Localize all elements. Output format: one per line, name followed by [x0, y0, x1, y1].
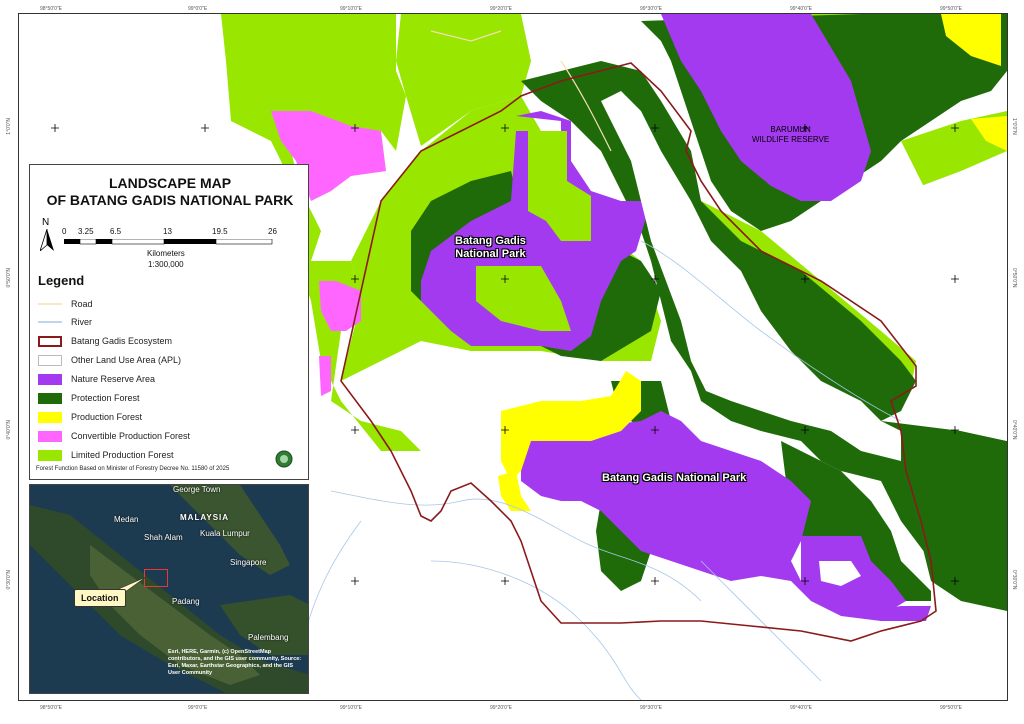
- legend-label-convertible: Convertible Production Forest: [71, 431, 191, 441]
- legend-heading: Legend: [38, 273, 85, 288]
- scale-tick-1: 3.25: [78, 227, 94, 236]
- organization-logo-icon: [275, 450, 293, 468]
- scale-tick-5: 26: [268, 227, 277, 236]
- ecosystem-swatch: [38, 335, 62, 347]
- inset-label-medan: Medan: [114, 515, 139, 524]
- coord-right-1: 1°0'0"N: [1011, 118, 1017, 135]
- scale-tick-0: 0: [62, 227, 67, 236]
- inset-label-georgetown: George Town: [173, 485, 221, 494]
- legend-item-protection: Protection Forest: [38, 391, 140, 405]
- coord-top-7: 99°50'0"E: [940, 6, 962, 12]
- legend-item-river: River: [38, 315, 92, 329]
- protection-swatch: [38, 392, 62, 404]
- inset-label-malaysia: MALAYSIA: [180, 513, 230, 522]
- legend-item-convertible: Convertible Production Forest: [38, 429, 190, 443]
- scale-tick-2: 6.5: [110, 227, 122, 236]
- north-letter: N: [42, 217, 50, 228]
- coord-left-1: 1°0'0"N: [6, 118, 12, 135]
- road-line-icon: [38, 302, 62, 305]
- production-swatch: [38, 411, 62, 423]
- river-4: [300, 520, 362, 652]
- coord-left-4: 0°30'0"N: [6, 570, 12, 590]
- coord-bottom-7: 99°50'0"E: [940, 705, 962, 711]
- nature-reserve-swatch: [38, 373, 62, 385]
- river-line-icon: [38, 320, 62, 323]
- park-north-label: Batang Gadis National Park: [455, 235, 526, 261]
- coord-bottom-5: 99°30'0"E: [640, 705, 662, 711]
- inset-label-shahalam: Shah Alam: [144, 533, 183, 542]
- scale-tick-4: 19.5: [212, 227, 228, 236]
- coord-top-6: 99°40'0"E: [790, 6, 812, 12]
- coord-top-1: 98°50'0"E: [40, 6, 62, 12]
- coord-bottom-3: 99°10'0"E: [340, 705, 362, 711]
- legend-label-protection: Protection Forest: [71, 393, 140, 403]
- inset-map[interactable]: George Town MALAYSIA Medan Shah Alam Kua…: [29, 484, 309, 694]
- convertible-production-forest-sw: [319, 356, 331, 396]
- coord-right-2: 0°50'0"N: [1011, 268, 1017, 288]
- legend-label-limited: Limited Production Forest: [71, 450, 174, 460]
- coord-right-3: 0°40'0"N: [1011, 420, 1017, 440]
- coord-top-3: 99°10'0"E: [340, 6, 362, 12]
- scale-bar: [64, 239, 273, 245]
- legend-item-limited: Limited Production Forest: [38, 448, 174, 462]
- legend-footnote: Forest Function Based on Minister of For…: [36, 466, 230, 472]
- coord-bottom-4: 99°20'0"E: [490, 705, 512, 711]
- park-north-label-line1: Batang Gadis: [455, 235, 526, 247]
- coord-right-4: 0°30'0"N: [1011, 570, 1017, 590]
- coord-left-3: 0°40'0"N: [6, 420, 12, 440]
- legend-label-ecosystem: Batang Gadis Ecosystem: [71, 336, 173, 346]
- scale-tick-3: 13: [163, 227, 172, 236]
- inset-attribution: Esri, HERE, Garmin, (c) OpenStreetMap co…: [168, 649, 302, 676]
- legend-item-apl: Other Land Use Area (APL): [38, 353, 181, 367]
- apl-east-valley: [931, 221, 1007, 441]
- legend-item-production: Production Forest: [38, 410, 142, 424]
- coord-bottom-1: 98°50'0"E: [40, 705, 62, 711]
- legend-label-nature-reserve: Nature Reserve Area: [71, 374, 156, 384]
- inset-label-kualalumpur: Kuala Lumpur: [200, 529, 250, 538]
- legend-label-apl: Other Land Use Area (APL): [71, 355, 182, 365]
- park-north-label-line2: National Park: [455, 248, 526, 260]
- legend-label-river: River: [71, 317, 93, 327]
- north-arrow-icon: [40, 229, 54, 251]
- reserve-label-line2: WILDLIFE RESERVE: [752, 135, 830, 144]
- park-south-label: Batang Gadis National Park: [602, 472, 747, 484]
- river-2: [430, 560, 642, 700]
- coord-top-2: 99°0'0"E: [188, 6, 208, 12]
- coord-left-2: 0°50'0"N: [6, 268, 12, 288]
- coord-top-5: 99°30'0"E: [640, 6, 662, 12]
- reserve-label-line1: BARUMUN: [770, 125, 811, 134]
- apl-swatch: [38, 354, 62, 366]
- scale-unit: Kilometers: [147, 249, 185, 258]
- legend-item-nature-reserve: Nature Reserve Area: [38, 372, 155, 386]
- coord-bottom-6: 99°40'0"E: [790, 705, 812, 711]
- coord-bottom-2: 99°0'0"E: [188, 705, 208, 711]
- reserve-label: BARUMUN WILDLIFE RESERVE: [752, 125, 829, 145]
- location-marker: [144, 569, 168, 587]
- scale-ratio: 1:300,000: [148, 260, 184, 269]
- inset-label-singapore: Singapore: [230, 558, 267, 567]
- legend-panel: LANDSCAPE MAP OF BATANG GADIS NATIONAL P…: [29, 164, 309, 480]
- legend-item-ecosystem: Batang Gadis Ecosystem: [38, 334, 172, 348]
- coord-top-4: 99°20'0"E: [490, 6, 512, 12]
- map-title-line1: LANDSCAPE MAP: [108, 175, 232, 191]
- legend-item-road: Road: [38, 297, 93, 311]
- limited-swatch: [38, 449, 62, 461]
- map-title-line2: OF BATANG GADIS NATIONAL PARK: [46, 192, 294, 208]
- legend-label-road: Road: [71, 299, 93, 309]
- inset-label-palembang: Palembang: [248, 633, 289, 642]
- legend-label-production: Production Forest: [71, 412, 143, 422]
- location-callout: Location: [74, 589, 126, 607]
- convertible-swatch: [38, 430, 62, 442]
- inset-label-padang: Padang: [172, 597, 200, 606]
